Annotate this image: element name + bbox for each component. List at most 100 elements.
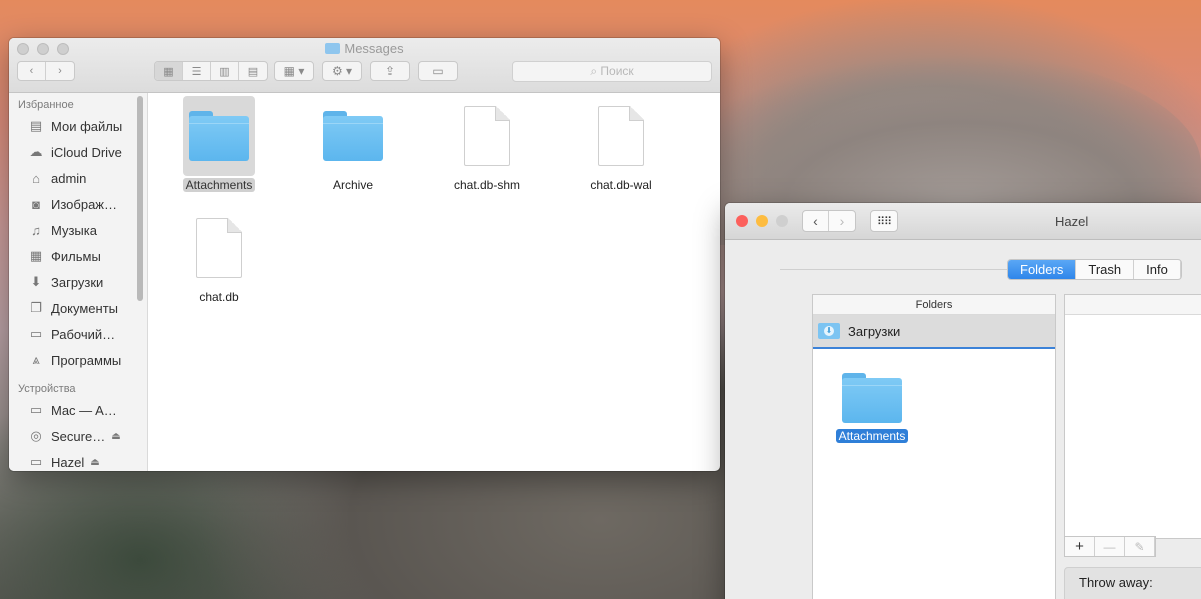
arrange-icon: ▦ ▾ <box>283 64 305 78</box>
document-icon <box>598 106 644 166</box>
finder-content: Attachments Archive chat.db-shm chat.db-… <box>149 93 720 471</box>
arrange-button[interactable]: ▦ ▾ <box>274 61 314 81</box>
hazel-window: ‹ › ⠿⠿ Hazel Folders Trash Info Folders … <box>725 203 1201 599</box>
cloud-icon: ☁ <box>29 144 43 159</box>
eject-icon[interactable]: ⏏ <box>90 457 99 468</box>
action-button[interactable]: ⚙ ▾ <box>322 61 362 81</box>
minimize-button[interactable] <box>756 215 768 227</box>
documents-icon: ❐ <box>30 300 42 315</box>
rules-column-header <box>1065 295 1201 315</box>
zoom-button[interactable] <box>776 215 788 227</box>
back-forward-control: ‹ › <box>17 61 75 81</box>
file-item-chat-db-shm[interactable]: chat.db-shm <box>417 96 557 192</box>
applications-icon: ⩓ <box>32 352 40 367</box>
sidebar-scrollbar[interactable] <box>137 96 143 301</box>
window-title: Messages <box>9 41 720 56</box>
folder-row-label: Загрузки <box>848 323 901 339</box>
music-note-icon: ♫ <box>31 222 41 238</box>
film-icon: ▦ <box>29 248 43 263</box>
file-item-archive[interactable]: Archive <box>283 96 423 192</box>
eject-icon[interactable]: ⏏ <box>111 431 120 442</box>
sidebar-item-desktop[interactable]: ▭ Рабочий… <box>9 321 147 347</box>
file-name: Archive <box>332 178 373 192</box>
divider <box>780 269 1020 270</box>
sidebar-item-all-my-files[interactable]: ▤ Мои файлы <box>9 113 147 139</box>
folder-icon <box>323 111 383 161</box>
sidebar-item-hazel[interactable]: ▭ Hazel ⏏ <box>9 449 147 471</box>
sidebar-item-icloud-drive[interactable]: ☁ iCloud Drive <box>9 139 147 165</box>
icon-view-button[interactable]: ▦ <box>155 62 183 80</box>
folder-row-downloads[interactable]: ⬇ Загрузки <box>813 315 1055 349</box>
sidebar-item-documents[interactable]: ❐ Документы <box>9 295 147 321</box>
pencil-icon: ✎ <box>1134 539 1145 554</box>
back-forward-control: ‹ › <box>802 210 856 232</box>
forward-button[interactable]: › <box>829 211 855 231</box>
camera-icon: ◙ <box>32 196 40 212</box>
add-rule-button[interactable]: + <box>1065 537 1095 556</box>
all-my-files-icon: ▤ <box>29 118 43 133</box>
finder-sidebar: Избранное ▤ Мои файлы ☁ iCloud Drive ⌂ admi… <box>9 93 148 471</box>
show-all-button[interactable]: ⠿⠿ <box>870 210 898 232</box>
home-icon: ⌂ <box>32 170 40 186</box>
disk-icon: ▭ <box>29 454 43 469</box>
file-item-chat-db[interactable]: chat.db <box>149 208 289 304</box>
share-button[interactable]: ⇪ <box>370 61 410 81</box>
rules-buttons: + — ✎ <box>1064 536 1156 557</box>
edit-rule-button[interactable]: ✎ <box>1125 537 1155 556</box>
sidebar-item-secure[interactable]: ◎ Secure… ⏏ <box>9 423 147 449</box>
file-name: chat.db-shm <box>453 178 521 192</box>
document-icon <box>196 218 242 278</box>
share-icon: ⇪ <box>384 64 396 78</box>
list-view-button[interactable]: ☰ <box>183 62 211 80</box>
favorites-header: Избранное <box>18 99 74 111</box>
hazel-tabs: Folders Trash Info <box>1007 259 1182 280</box>
folder-icon <box>842 373 902 423</box>
file-item-chat-db-wal[interactable]: chat.db-wal <box>551 96 691 192</box>
close-button[interactable] <box>736 215 748 227</box>
document-icon <box>464 106 510 166</box>
sidebar-item-pictures[interactable]: ◙ Изображ… <box>9 191 147 217</box>
sidebar-item-movies[interactable]: ▦ Фильмы <box>9 243 147 269</box>
window-title: Hazel <box>1055 214 1089 229</box>
back-button[interactable]: ‹ <box>18 62 46 80</box>
search-icon: ⌕ <box>590 64 601 78</box>
window-controls <box>736 215 788 227</box>
folder-icon <box>325 43 341 54</box>
forward-button[interactable]: › <box>46 62 74 80</box>
sidebar-item-mac[interactable]: ▭ Mac — A… <box>9 397 147 423</box>
hazel-toolbar: ‹ › ⠿⠿ Hazel <box>725 203 1201 240</box>
coverflow-view-button[interactable]: ▤ <box>239 62 267 80</box>
folders-column-header: Folders <box>813 295 1055 315</box>
tab-info[interactable]: Info <box>1134 260 1181 279</box>
download-icon: ⬇ <box>30 274 42 289</box>
finder-window: Messages ‹ › ▦ ☰ ▥ ▤ ▦ ▾ ⚙ ▾ ⇪ ▭ ⌕ Поиск… <box>9 38 720 471</box>
desktop-icon: ▭ <box>29 326 43 341</box>
file-name: chat.db <box>199 290 239 304</box>
disk-icon: ◎ <box>30 428 42 443</box>
tag-icon: ▭ <box>432 64 444 78</box>
dragged-folder-attachments[interactable]: Attachments <box>833 373 911 443</box>
folders-list: Folders ⬇ Загрузки Attachments <box>812 294 1056 599</box>
grid-icon: ⠿⠿ <box>876 215 892 228</box>
remove-rule-button[interactable]: — <box>1095 537 1125 556</box>
back-button[interactable]: ‹ <box>803 211 829 231</box>
throw-away-section: Throw away: <box>1064 567 1201 599</box>
devices-header: Устройства <box>18 383 76 395</box>
file-name: Attachments <box>182 178 256 192</box>
column-view-button[interactable]: ▥ <box>211 62 239 80</box>
file-name: chat.db-wal <box>590 178 652 192</box>
search-field[interactable]: ⌕ Поиск <box>512 61 712 82</box>
finder-toolbar: Messages ‹ › ▦ ☰ ▥ ▤ ▦ ▾ ⚙ ▾ ⇪ ▭ ⌕ Поиск <box>9 38 720 93</box>
file-item-attachments[interactable]: Attachments <box>149 96 289 192</box>
computer-icon: ▭ <box>29 402 43 417</box>
sidebar-item-admin[interactable]: ⌂ admin <box>9 165 147 191</box>
sidebar-item-downloads[interactable]: ⬇ Загрузки <box>9 269 147 295</box>
tags-button[interactable]: ▭ <box>418 61 458 81</box>
sidebar-item-music[interactable]: ♫ Музыка <box>9 217 147 243</box>
throw-away-label: Throw away: <box>1079 575 1153 590</box>
sidebar-item-applications[interactable]: ⩓ Программы <box>9 347 147 373</box>
rules-list <box>1064 294 1201 539</box>
tab-trash[interactable]: Trash <box>1076 260 1135 279</box>
dragged-item-label: Attachments <box>835 429 909 443</box>
tab-folders[interactable]: Folders <box>1008 260 1077 279</box>
